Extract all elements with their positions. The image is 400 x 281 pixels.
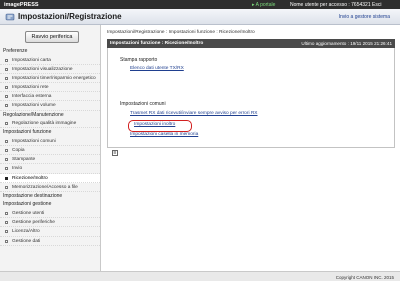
bullet-icon [5,95,8,99]
bullet-icon [5,86,8,90]
bullet-icon [5,239,8,243]
memory-box-settings-link[interactable]: Impostazioni casella in memoria [130,132,198,137]
sidebar-section-management: Impostazioni gestione [3,201,52,208]
sidebar-nav: Preferenze Impostazioni carta Impostazio… [0,47,100,246]
sidebar-item-label: Stampante [12,157,36,163]
main-content: Impostazioni/Registrazione : Impostazion… [102,25,400,271]
sidebar-item-data-management[interactable]: Gestione dati [0,237,100,246]
brand-name: imagePRESS [4,1,39,8]
collapse-toggle-button[interactable]: ≡ [112,150,118,156]
sidebar-item-label: Impostazioni volume [12,103,56,109]
login-user-name: Nome utente per accesso : 7654321 [290,1,371,8]
sidebar-item-user-management[interactable]: Gestione utenti [0,209,100,219]
sidebar-item-store-access-files[interactable]: Memorizzazione/Accesso a file [0,183,100,192]
sidebar-item-label: Copia [12,148,25,153]
bullet-icon [5,139,8,143]
bullet-icon [5,104,8,108]
bullet-icon [5,58,8,62]
sidebar-section-function-settings: Impostazioni funzione [3,129,52,136]
title-bar: Impostazioni/Registrazione Invio a gesto… [0,9,400,25]
bullet-icon [5,167,8,171]
footer: Copyright CANON INC. 2015 [0,271,400,281]
sidebar-item-label: Memorizzazione/Accesso a file [12,184,78,190]
sidebar-item-timer-energy[interactable]: Impostazioni timer/risparmio energetico [0,74,100,84]
sidebar-item-license-other[interactable]: Licenza/Altro [0,227,100,237]
sidebar-item-label: Regolazione qualità immagine [12,121,77,127]
portal-label: A portale [255,1,276,8]
sidebar-item-label: Invio [12,166,23,172]
sidebar-item-display-settings[interactable]: Impostazioni visualizzazione [0,65,100,74]
goto-system-admin-link[interactable]: Invio a gestore sistema [339,14,390,20]
sidebar-section-preferences: Preferenze [3,48,28,54]
sidebar-item-label: Gestione periferiche [12,220,55,226]
selected-bullet-icon [5,176,8,180]
highlight-annotation-circle [128,120,192,132]
sidebar-item-label: Ricezione/Inoltro [12,175,48,181]
sidebar-item-label: Licenza/Altro [12,229,40,235]
breadcrumb: Impostazioni/Registrazione : Impostazion… [107,30,255,35]
bullet-icon [5,221,8,225]
common-settings-heading: Impostazioni comuni [120,101,166,107]
restart-device-button[interactable]: Ravvio periferica [25,31,79,43]
portal-link[interactable]: ▸ A portale [252,2,275,8]
sidebar-item-label: Impostazioni comuni [12,138,56,144]
sidebar-item-label: Interfaccia esterna [12,94,52,100]
bullet-icon [5,149,8,152]
bullet-icon [5,158,8,162]
sidebar-item-volume[interactable]: Impostazioni volume [0,101,100,111]
last-update-timestamp: Ultimo aggiornamento : 19/11 2015 21:26:… [301,40,392,46]
logout-button[interactable]: Esci [372,2,381,8]
panel-title: Impostazioni funzione : Ricezione/Inoltr… [110,40,204,46]
panel-header: Impostazioni funzione : Ricezione/Inoltr… [107,39,395,48]
sidebar-item-label: Impostazioni visualizzazione [12,66,73,72]
sidebar-item-external-interface[interactable]: Interfaccia esterna [0,92,100,102]
sidebar-section-destination[interactable]: Impostazione destinazione [0,192,100,201]
sidebar-item-send[interactable]: Invio [0,164,100,174]
sidebar-item-label: Impostazioni carta [12,57,51,63]
sidebar-item-device-management[interactable]: Gestione periferiche [0,218,100,228]
always-notify-rx-errors-link[interactable]: Trasmet RX dati ricevuti/inviare sempre … [130,111,258,116]
sidebar-item-paper-settings[interactable]: Impostazioni carta [0,56,100,65]
sidebar-item-receive-forward[interactable]: Ricezione/Inoltro [0,173,100,183]
sidebar-item-printer[interactable]: Stampante [0,155,100,165]
bullet-icon [5,67,8,71]
page-title: Impostazioni/Registrazione [18,12,122,21]
sidebar-section-adjustment: Regolazione/Manutenzione [3,111,64,118]
sidebar-item-label: Impostazioni timer/risparmio energetico [12,75,96,81]
sidebar-item-network[interactable]: Impostazioni rete [0,83,100,93]
sidebar: Ravvio periferica Preferenze Impostazion… [0,25,101,271]
bullet-icon [5,230,8,234]
sidebar-item-image-quality[interactable]: Regolazione qualità immagine [0,119,100,129]
print-report-heading: Stampa rapporto [120,57,158,63]
sidebar-item-common-settings[interactable]: Impostazioni comuni [0,137,100,146]
sidebar-item-copy[interactable]: Copia [0,146,100,156]
sidebar-item-label: Impostazioni rete [12,85,49,91]
bullet-icon [5,211,8,215]
copyright-text: Copyright CANON INC. 2015 [335,274,394,280]
settings-panel: Stampa rapporto Elenco dati utente TX/RX… [107,48,395,156]
bullet-icon [5,185,8,189]
top-bar: imagePRESS ▸ A portale Nome utente per a… [0,0,400,9]
bullet-icon [5,76,8,80]
sidebar-item-label: Gestione dati [12,238,41,244]
settings-tools-icon [5,13,15,21]
bullet-icon [5,122,8,126]
sidebar-item-label: Gestione utenti [12,210,45,216]
tx-rx-user-data-list-link[interactable]: Elenco dati utente TX/RX [130,66,184,71]
